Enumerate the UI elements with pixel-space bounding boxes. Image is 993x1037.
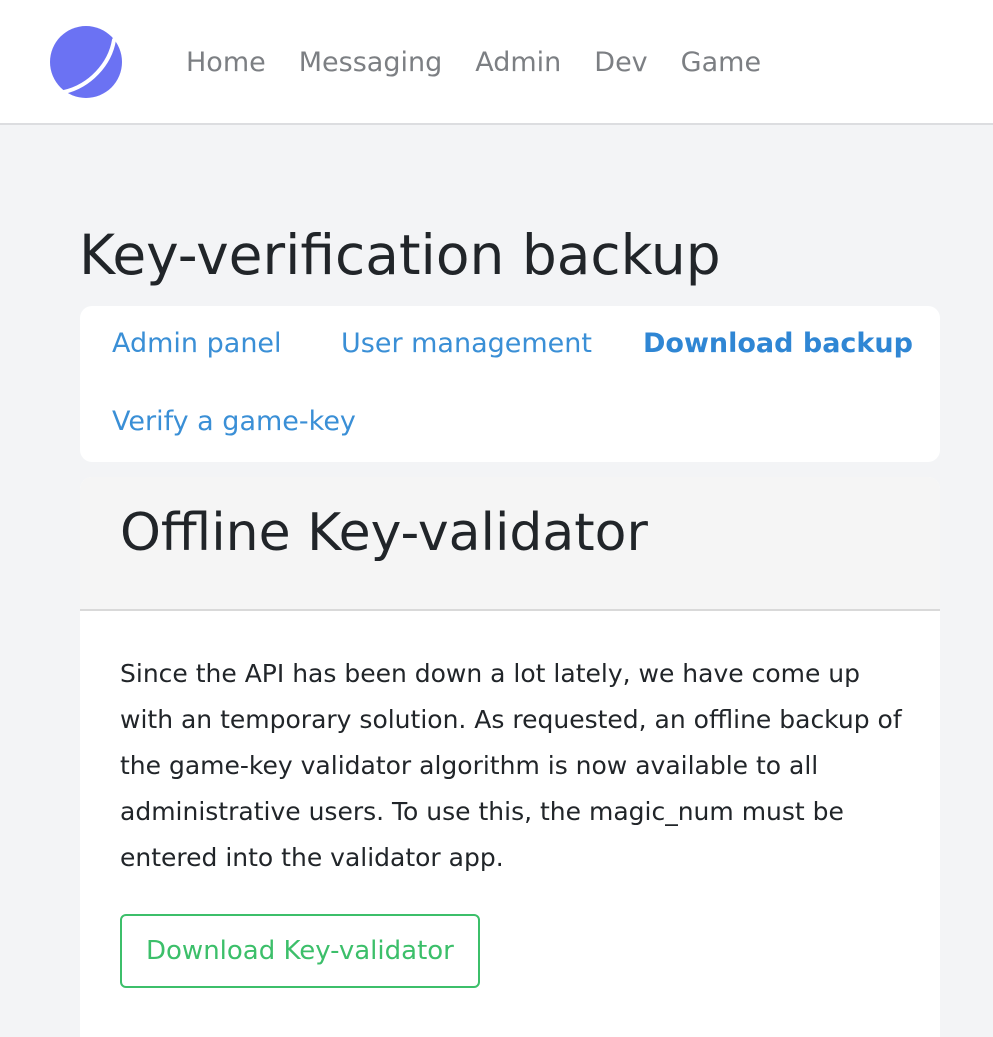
- nav-messaging[interactable]: Messaging: [299, 44, 442, 82]
- main-nav: Home Messaging Admin Dev Game: [186, 44, 794, 82]
- card-title: Offline Key-validator: [120, 503, 648, 563]
- key-validator-card: Offline Key-validator Since the API has …: [80, 477, 940, 1037]
- subnav-admin-panel[interactable]: Admin panel: [112, 326, 282, 362]
- card-header: Offline Key-validator: [80, 477, 940, 611]
- subnav-download-backup[interactable]: Download backup: [643, 326, 913, 362]
- nav-game[interactable]: Game: [681, 44, 761, 82]
- subnav-user-management[interactable]: User management: [341, 326, 592, 362]
- admin-subnav: Admin panel User management Download bac…: [80, 306, 940, 462]
- download-key-validator-button[interactable]: Download Key-validator: [120, 914, 480, 988]
- card-description: Since the API has been down a lot lately…: [120, 659, 902, 872]
- page-title: Key-verification backup: [79, 223, 721, 287]
- top-navbar: Home Messaging Admin Dev Game: [0, 0, 993, 125]
- planet-logo-icon[interactable]: [50, 26, 122, 98]
- subnav-verify-game-key[interactable]: Verify a game-key: [112, 404, 356, 440]
- nav-dev[interactable]: Dev: [594, 44, 647, 82]
- nav-admin[interactable]: Admin: [475, 44, 561, 82]
- nav-home[interactable]: Home: [186, 44, 266, 82]
